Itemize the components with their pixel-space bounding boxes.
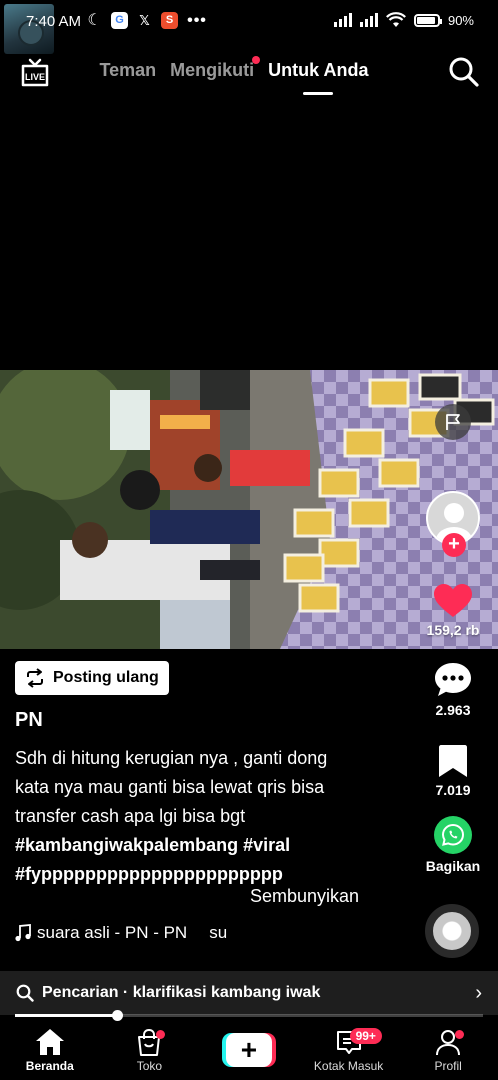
search-suggestion-text: Pencarian · klarifikasi kambang iwak xyxy=(42,984,321,1001)
repost-button[interactable]: Posting ulang xyxy=(15,661,169,695)
repost-icon xyxy=(27,668,43,688)
creator-username[interactable]: PN xyxy=(15,709,43,732)
video-progress-bar[interactable] xyxy=(15,1010,483,1021)
signal-icon xyxy=(333,13,352,27)
sound-name-scroll: su xyxy=(209,923,228,942)
wifi-icon xyxy=(385,12,406,27)
share-label: Bagikan xyxy=(425,858,481,874)
music-disc[interactable] xyxy=(425,904,479,958)
nav-beranda[interactable]: Beranda xyxy=(5,1028,95,1073)
like-button[interactable]: 159,2 rb xyxy=(408,584,498,638)
create-button[interactable]: + xyxy=(204,1033,294,1067)
comment-icon xyxy=(435,663,471,696)
comment-count: 2.963 xyxy=(435,702,471,718)
hashtags[interactable]: #fypppppppppppppppppppppp xyxy=(15,860,375,889)
share-button[interactable]: Bagikan xyxy=(408,816,498,874)
sound-link[interactable]: suara asli - PN - PN su xyxy=(15,923,227,943)
notification-dot xyxy=(156,1029,166,1039)
music-note-icon xyxy=(15,924,31,942)
status-time: 7:40 AM xyxy=(26,13,82,30)
nav-toko[interactable]: Toko xyxy=(104,1028,194,1073)
chevron-right-icon: › xyxy=(475,981,482,1004)
hashtags[interactable]: #kambangiwakpalembang #viral xyxy=(15,831,375,860)
like-count: 159,2 rb xyxy=(426,622,480,638)
x-icon: 𝕏 xyxy=(139,13,150,28)
flag-icon xyxy=(446,414,460,430)
moon-icon: ☾ xyxy=(87,12,102,29)
repost-label: Posting ulang xyxy=(53,669,159,686)
nav-label: Profil xyxy=(434,1058,462,1073)
nav-profil[interactable]: Profil xyxy=(403,1028,493,1073)
nav-label: Toko xyxy=(136,1058,163,1073)
google-icon: G xyxy=(111,12,128,29)
heart-icon xyxy=(434,584,472,617)
shopee-icon: S xyxy=(161,12,178,29)
system-icons: 90% xyxy=(333,12,474,28)
search-icon xyxy=(449,57,479,87)
new-content-dot xyxy=(252,56,261,64)
tab-teman[interactable]: Teman xyxy=(99,60,156,81)
search-icon xyxy=(16,984,34,1002)
report-button[interactable] xyxy=(435,404,471,440)
bottom-nav: Beranda Toko + 99+ Kotak Masuk Profil xyxy=(0,1020,498,1080)
notification-icons: ☾ G 𝕏 S ••• xyxy=(86,12,208,29)
more-dots-icon: ••• xyxy=(187,12,207,29)
bookmark-icon xyxy=(439,745,467,777)
notification-dot xyxy=(455,1029,465,1039)
hide-caption-button[interactable]: Sembunyikan xyxy=(250,886,359,907)
comment-button[interactable]: 2.963 xyxy=(408,662,498,718)
tab-mengikuti-label: Mengikuti xyxy=(170,60,255,80)
nav-label: Kotak Masuk xyxy=(313,1058,384,1073)
progress-fill xyxy=(15,1010,123,1021)
post-caption[interactable]: Sdh di hitung kerugian nya , ganti dong … xyxy=(15,744,375,889)
nav-label: Beranda xyxy=(25,1058,74,1073)
bookmark-button[interactable]: 7.019 xyxy=(408,744,498,798)
unread-badge: 99+ xyxy=(349,1027,382,1044)
home-icon xyxy=(35,1028,64,1055)
search-button[interactable] xyxy=(448,56,480,88)
search-suggestion-bar[interactable]: Pencarian · klarifikasi kambang iwak › xyxy=(0,971,498,1015)
status-bar: 7:40 AM ☾ G 𝕏 S ••• 90% xyxy=(0,0,498,54)
bookmark-count: 7.019 xyxy=(435,782,471,798)
signal-icon xyxy=(359,13,378,27)
battery-icon xyxy=(413,13,442,27)
tab-untuk-anda[interactable]: Untuk Anda xyxy=(268,60,369,95)
battery-percent: 90% xyxy=(447,12,474,28)
plus-icon: + xyxy=(221,1033,276,1067)
whatsapp-icon xyxy=(434,816,472,854)
nav-kotak-masuk[interactable]: 99+ Kotak Masuk xyxy=(304,1027,394,1073)
tab-mengikuti[interactable]: Mengikuti xyxy=(170,56,261,81)
caption-line: Sdh di hitung kerugian nya , ganti dong xyxy=(15,748,328,768)
sound-name: suara asli - PN - PN xyxy=(37,923,188,942)
caption-line: kata nya mau ganti bisa lewat qris bisa xyxy=(15,777,325,797)
caption-line: transfer cash apa lgi bisa bgt xyxy=(15,806,246,826)
feed-tabs: Teman Mengikuti Untuk Anda xyxy=(0,56,498,95)
follow-button[interactable]: + xyxy=(442,533,466,557)
